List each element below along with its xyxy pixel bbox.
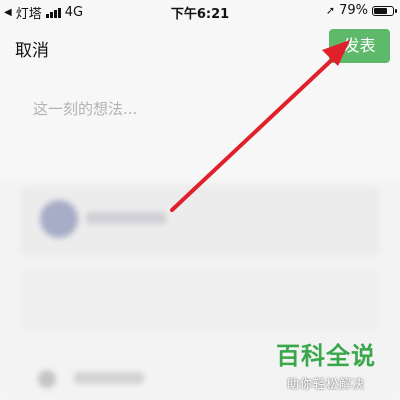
post-composer: 这一刻的想法... — [0, 72, 400, 182]
battery-percent: 79% — [339, 3, 368, 18]
screen: ◀ 灯塔 4G 下午6:21 ➚ 79% 取消 发表 这一刻的想法... 百科全… — [0, 0, 400, 400]
blurred-icon — [38, 370, 56, 388]
blurred-avatar — [40, 200, 78, 238]
battery-icon — [372, 5, 397, 16]
status-right: ➚ 79% — [325, 3, 397, 18]
cancel-button[interactable]: 取消 — [15, 36, 49, 61]
thoughts-input[interactable]: 这一刻的想法... — [33, 98, 137, 119]
watermark-title: 百科全说 — [276, 342, 376, 370]
status-bar: ◀ 灯塔 4G 下午6:21 ➚ 79% — [0, 0, 400, 22]
watermark-subtitle: 助你轻松解决 — [286, 377, 365, 391]
publish-button[interactable]: 发表 — [329, 29, 390, 63]
watermark: 百科全说 助你轻松解决 — [266, 336, 386, 392]
top-bar: 取消 发表 — [0, 22, 400, 72]
battery-fill — [374, 7, 387, 14]
blurred-text — [86, 212, 166, 224]
blurred-card-secondary — [20, 270, 380, 330]
location-icon: ➚ — [325, 4, 336, 17]
blurred-text-secondary — [74, 372, 144, 384]
